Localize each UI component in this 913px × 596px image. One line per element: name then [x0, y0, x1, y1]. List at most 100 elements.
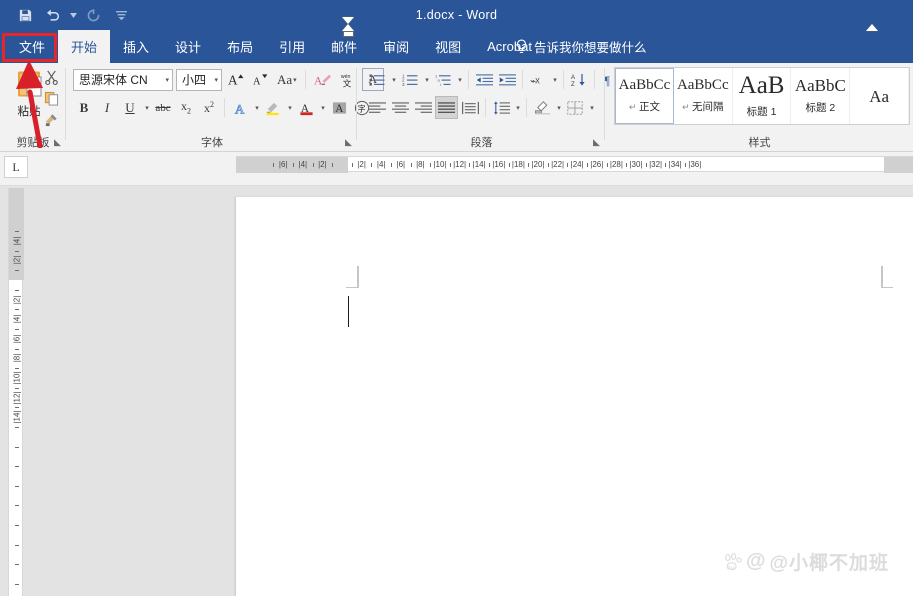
ruler-tick [273, 163, 275, 167]
vertical-ruler-ticks: |4| |2| |2| |4| |6| |8| |10| |12| |14| [9, 188, 24, 596]
text-effects-dropdown[interactable]: ▾ [252, 96, 261, 119]
svg-text:A: A [571, 75, 575, 81]
underline-button[interactable]: U [119, 96, 141, 119]
style-preview: AaBbCc [618, 77, 671, 93]
align-left-button[interactable] [366, 96, 388, 119]
bullets-button[interactable] [366, 68, 388, 91]
ruler-tick [15, 485, 19, 487]
subscript-button[interactable]: x2 [175, 96, 197, 119]
clear-formatting-icon: A [314, 74, 331, 87]
superscript-button[interactable]: x2 [198, 96, 220, 119]
style-item-heading2[interactable]: AaBbC 标题 2 [791, 68, 851, 124]
svg-text:A: A [335, 103, 344, 115]
font-name-combo[interactable]: 思源宋体 CN ▾ [73, 68, 173, 91]
tab-view[interactable]: 视图 [422, 30, 474, 63]
hanging-indent-marker[interactable] [342, 24, 354, 31]
multilevel-dropdown[interactable]: ▾ [455, 68, 464, 91]
line-spacing-dropdown[interactable]: ▾ [513, 96, 522, 119]
ruler-tick [15, 446, 19, 448]
undo-dropdown-icon[interactable] [68, 4, 78, 26]
text-highlight-button[interactable] [262, 96, 284, 119]
decrease-indent-icon [475, 73, 493, 85]
font-dialog-launcher[interactable]: ◣ [343, 137, 354, 148]
borders-dropdown[interactable]: ▾ [587, 96, 596, 119]
paragraph-dialog-launcher[interactable]: ◣ [591, 137, 602, 148]
underline-dropdown[interactable]: ▾ [142, 96, 151, 119]
sort-button[interactable]: A Z [568, 68, 590, 91]
customize-qat-icon[interactable] [108, 4, 134, 26]
decrease-indent-button[interactable] [473, 68, 495, 91]
style-item-no-spacing[interactable]: AaBbCc ↵ 无间隔 [673, 68, 733, 124]
bold-button[interactable]: B [73, 96, 95, 119]
save-icon[interactable] [12, 4, 38, 26]
numbering-button[interactable]: 1 2 3 [399, 68, 421, 91]
svg-text:A: A [228, 72, 238, 87]
shrink-font-button[interactable]: A [250, 68, 272, 91]
vertical-ruler[interactable]: |4| |2| |2| |4| |6| |8| |10| |12| |14| [8, 188, 24, 596]
right-indent-marker[interactable] [866, 24, 878, 31]
group-label-font: 字体 [201, 137, 223, 149]
shading-dropdown[interactable]: ▾ [554, 96, 563, 119]
ruler-tick-label: |6| [396, 160, 406, 169]
align-right-button[interactable] [412, 96, 434, 119]
change-case-button[interactable]: Aa ▾ [275, 68, 299, 91]
tab-review[interactable]: 审阅 [370, 30, 422, 63]
font-color-dropdown[interactable]: ▾ [318, 96, 327, 119]
ruler-tick-label: |20| [531, 160, 545, 169]
tab-design[interactable]: 设计 [162, 30, 214, 63]
italic-button[interactable]: I [96, 96, 118, 119]
font-size-combo[interactable]: 小四 ▾ [176, 68, 222, 91]
asian-layout-button[interactable]: ⌁ ☓ [527, 68, 549, 91]
ruler-tick [15, 407, 19, 409]
ruler-tick-label: |2| [318, 160, 327, 169]
tab-references[interactable]: 引用 [266, 30, 318, 63]
divider [563, 70, 564, 89]
style-item-partial[interactable]: Aa [850, 68, 909, 124]
style-item-heading1[interactable]: AaB 标题 1 [732, 68, 792, 124]
increase-indent-button[interactable] [496, 68, 518, 91]
first-line-indent-marker[interactable] [342, 17, 354, 24]
asian-layout-dropdown[interactable]: ▾ [550, 68, 559, 91]
undo-icon[interactable] [40, 4, 66, 26]
chevron-down-icon: ▾ [293, 76, 297, 84]
tab-stop-selector[interactable]: L [4, 156, 28, 178]
left-indent-marker[interactable] [342, 31, 354, 37]
divider [522, 70, 523, 89]
ruler-tick [547, 163, 549, 167]
chevron-down-icon: ▾ [288, 104, 292, 112]
ruler-tick-label: |14| [472, 160, 486, 169]
document-page[interactable] [236, 197, 913, 596]
ruler-tick [567, 163, 569, 167]
align-center-button[interactable] [389, 96, 411, 119]
justify-button[interactable] [435, 96, 458, 119]
shading-button[interactable] [531, 96, 553, 119]
ruler-tick-label: |14| [12, 410, 21, 424]
ruler-tick [15, 427, 19, 428]
numbering-dropdown[interactable]: ▾ [422, 68, 431, 91]
font-color-button[interactable]: A [295, 96, 317, 119]
bullets-dropdown[interactable]: ▾ [389, 68, 398, 91]
grow-font-button[interactable]: A [225, 68, 247, 91]
chevron-down-icon: ▾ [392, 76, 396, 84]
horizontal-ruler[interactable]: |6| |4| |2| |2| |4| |6| |8| |10| |12| |14| |16| |18… [236, 156, 913, 173]
line-spacing-button[interactable] [490, 96, 512, 119]
text-effects-button[interactable]: A [229, 96, 251, 119]
svg-text:i: i [440, 81, 441, 86]
strikethrough-button[interactable]: abc [152, 96, 174, 119]
tell-me-label: 告诉我你想要做什么 [534, 41, 647, 55]
borders-button[interactable] [564, 96, 586, 119]
distributed-button[interactable] [459, 96, 481, 119]
divider [485, 98, 486, 117]
style-preview: AaBbCc [676, 77, 729, 93]
tell-me-box[interactable]: 告诉我你想要做什么 [515, 30, 647, 63]
ruler-tick-label: |36| [688, 160, 702, 169]
redo-icon[interactable] [80, 4, 106, 26]
style-item-normal[interactable]: AaBbCc ↵ 正文 [615, 68, 674, 124]
tab-layout[interactable]: 布局 [214, 30, 266, 63]
character-shading-button[interactable]: A [328, 96, 350, 119]
clear-formatting-button[interactable]: A [312, 68, 334, 91]
highlight-dropdown[interactable]: ▾ [285, 96, 294, 119]
ruler-tick [15, 231, 19, 232]
tab-insert[interactable]: 插入 [110, 30, 162, 63]
multilevel-list-button[interactable]: 1 a i [432, 68, 454, 91]
